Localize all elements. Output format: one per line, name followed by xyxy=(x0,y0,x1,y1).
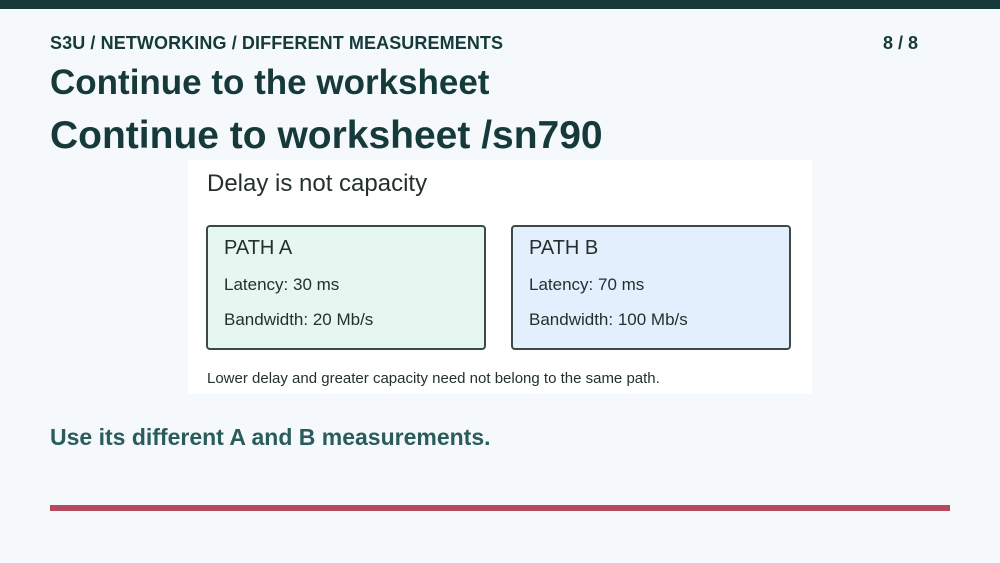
page-title: Continue to the worksheet xyxy=(50,63,490,102)
top-bar xyxy=(0,0,1000,9)
footer-instruction: Use its different A and B measurements. xyxy=(50,424,491,450)
panel-note: Lower delay and greater capacity need no… xyxy=(207,370,660,387)
path-a-card: PATH A Latency: 30 ms Bandwidth: 20 Mb/s xyxy=(206,225,486,350)
accent-bar xyxy=(50,505,950,511)
path-b-name: PATH B xyxy=(529,237,599,259)
page-subtitle: Continue to worksheet /sn790 xyxy=(50,114,603,157)
path-a-bandwidth: Bandwidth: 20 Mb/s xyxy=(224,310,374,329)
path-a-name: PATH A xyxy=(224,237,293,259)
page-counter: 8 / 8 xyxy=(882,33,918,53)
breadcrumb: S3U / NETWORKING / DIFFERENT MEASUREMENT… xyxy=(50,33,504,53)
path-b-bandwidth: Bandwidth: 100 Mb/s xyxy=(529,310,688,329)
panel-title: Delay is not capacity xyxy=(207,170,428,197)
path-b-latency: Latency: 70 ms xyxy=(529,275,645,294)
path-a-latency: Latency: 30 ms xyxy=(224,275,340,294)
path-b-card: PATH B Latency: 70 ms Bandwidth: 100 Mb/… xyxy=(511,225,791,350)
comparison-panel: Delay is not capacity PATH A Latency: 30… xyxy=(188,160,812,394)
